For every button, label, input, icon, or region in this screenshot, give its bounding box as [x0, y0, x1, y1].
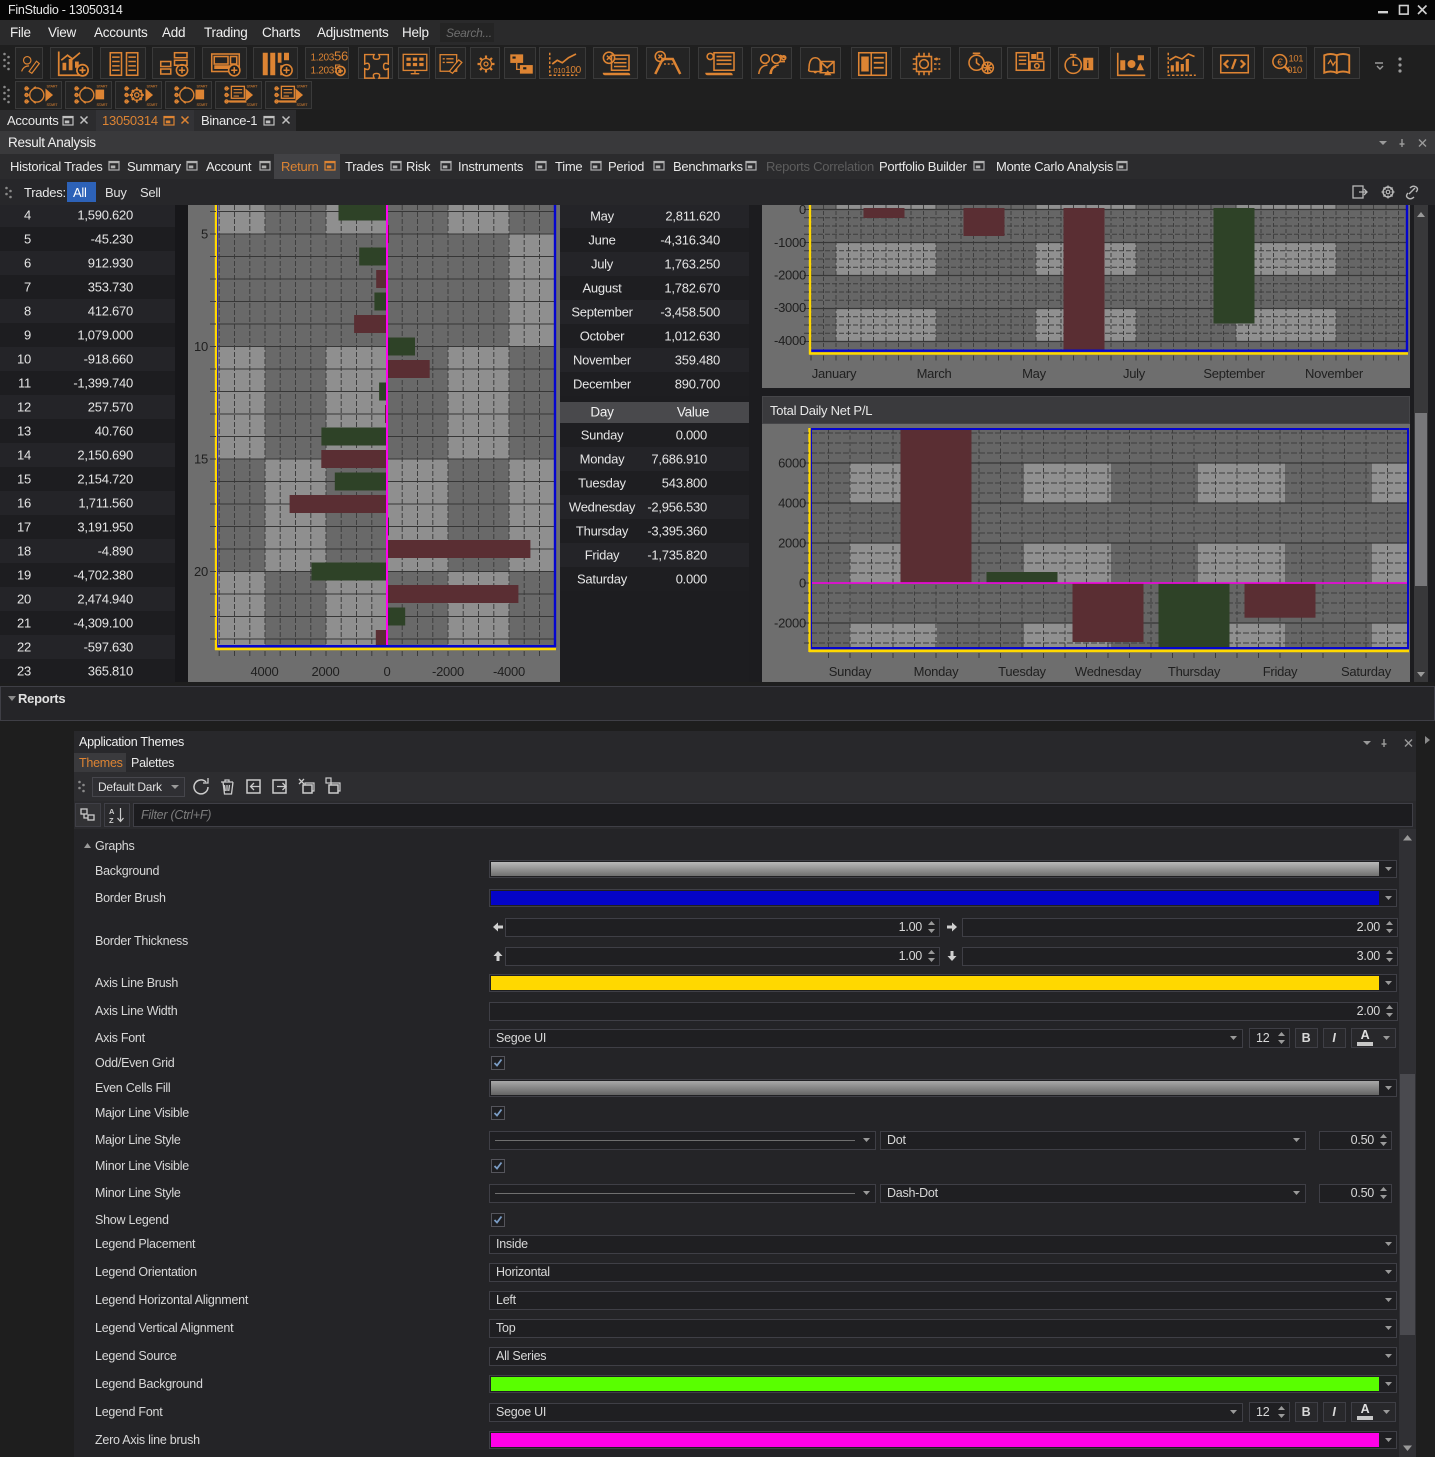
svg-text:15: 15	[194, 452, 208, 467]
svg-text:20: 20	[194, 564, 208, 579]
svg-text:START: START	[297, 103, 309, 107]
svg-text:4000: 4000	[251, 664, 279, 679]
svg-text:€: €	[1277, 57, 1283, 68]
svg-text:March: March	[917, 366, 952, 381]
svg-text:START: START	[247, 84, 259, 88]
svg-text:START: START	[47, 84, 59, 88]
svg-text:0: 0	[384, 664, 391, 679]
svg-text:START: START	[247, 103, 259, 107]
svg-text:START: START	[147, 103, 159, 107]
svg-text:January: January	[812, 366, 857, 381]
svg-text:July: July	[1123, 366, 1146, 381]
svg-text:START: START	[197, 103, 209, 107]
svg-text:-3000: -3000	[774, 300, 806, 315]
svg-text:START: START	[147, 84, 159, 88]
svg-text:Z: Z	[109, 816, 114, 824]
svg-text:START: START	[97, 103, 109, 107]
svg-text:Monday: Monday	[914, 664, 959, 679]
svg-text:010100: 010100	[554, 65, 582, 76]
svg-text:6000: 6000	[778, 456, 806, 471]
svg-text:START: START	[297, 84, 309, 88]
svg-text:Wednesday: Wednesday	[1075, 664, 1142, 679]
svg-text:A: A	[109, 807, 115, 816]
svg-text:November: November	[1305, 366, 1364, 381]
svg-text:10: 10	[194, 339, 208, 354]
svg-text:2000: 2000	[778, 536, 806, 551]
svg-text:5: 5	[201, 227, 208, 242]
svg-text:1.20356: 1.20356	[311, 49, 348, 63]
svg-text:Thursday: Thursday	[1168, 664, 1221, 679]
svg-text:2000: 2000	[312, 664, 340, 679]
svg-text:-2000: -2000	[774, 268, 806, 283]
svg-text:Sunday: Sunday	[829, 664, 872, 679]
svg-text:0: 0	[799, 576, 806, 591]
svg-text:010: 010	[1287, 65, 1302, 75]
svg-text:101: 101	[1289, 54, 1304, 64]
svg-text:Friday: Friday	[1263, 664, 1298, 679]
svg-text:-1000: -1000	[774, 235, 806, 250]
svg-text:Saturday: Saturday	[1341, 664, 1392, 679]
svg-text:-4000: -4000	[493, 664, 525, 679]
svg-text:-4000: -4000	[774, 333, 806, 348]
svg-text:START: START	[97, 84, 109, 88]
svg-text:4000: 4000	[778, 496, 806, 511]
svg-text:START: START	[47, 103, 59, 107]
svg-text:-2000: -2000	[774, 616, 806, 631]
svg-text:Tuesday: Tuesday	[998, 664, 1046, 679]
svg-text:May: May	[1022, 366, 1047, 381]
svg-text:September: September	[1203, 366, 1265, 381]
svg-text:0: 0	[799, 205, 806, 217]
svg-text:START: START	[197, 84, 209, 88]
svg-text:-2000: -2000	[432, 664, 464, 679]
